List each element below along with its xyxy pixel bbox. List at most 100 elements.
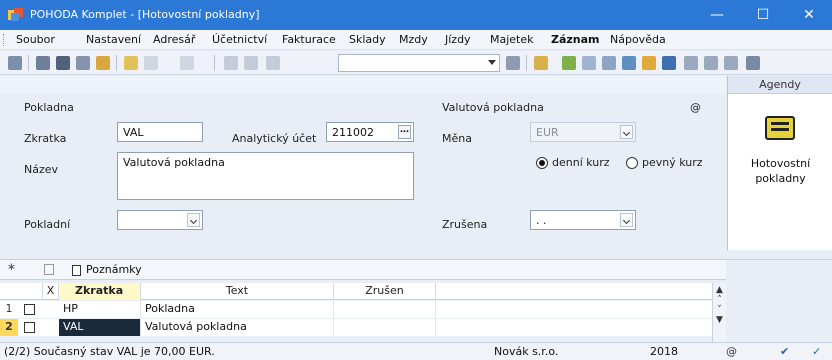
new-record-icon[interactable]: [124, 56, 138, 70]
ucet-input[interactable]: 211002 …: [326, 122, 414, 142]
menu-soubor[interactable]: Soubor: [16, 33, 55, 46]
menu-nastaveni[interactable]: Nastavení: [86, 33, 141, 46]
denni-kurz-radio[interactable]: [536, 157, 548, 169]
link-icon[interactable]: [562, 56, 576, 70]
zrusena-label: Zrušena: [442, 218, 488, 231]
cash-register-icon[interactable]: [765, 116, 795, 140]
status-message: (2/2) Současný stav VAL je 70,00 EUR.: [4, 345, 215, 358]
table-icon[interactable]: [582, 56, 596, 70]
nazev-value: Valutová pokladna: [123, 156, 225, 169]
back-disabled-icon[interactable]: [180, 56, 194, 70]
zkratka-value: VAL: [123, 126, 144, 139]
iban-icon[interactable]: [662, 56, 676, 70]
pevny-kurz-radio[interactable]: [626, 157, 638, 169]
status-ok-icon[interactable]: ✓: [812, 345, 821, 358]
grid-scrollbar[interactable]: ▲ ˄ ˅ ▼: [712, 283, 726, 342]
scroll-bottom-icon[interactable]: ▼: [713, 315, 726, 325]
menu-napoveda[interactable]: Nápověda: [610, 33, 666, 46]
form-header: [0, 76, 726, 94]
menu-adresar[interactable]: Adresář: [153, 33, 195, 46]
document-icon[interactable]: [8, 56, 22, 70]
toolbar-separator: [116, 55, 117, 71]
zrusena-select[interactable]: . .: [530, 210, 636, 230]
zkratka-input[interactable]: VAL: [117, 122, 203, 142]
splitter[interactable]: [0, 250, 832, 260]
agendy-header: Agendy: [727, 76, 832, 94]
ellipsis-icon[interactable]: …: [398, 125, 411, 139]
edit-disabled-icon[interactable]: [144, 56, 158, 70]
status-year: 2018: [650, 345, 678, 358]
nazev-input[interactable]: Valutová pokladna: [117, 152, 414, 200]
lock-icon[interactable]: [36, 56, 50, 70]
save-disabled-icon[interactable]: [224, 56, 238, 70]
toolbar: [0, 51, 832, 75]
maximize-icon[interactable]: ☐: [740, 0, 786, 30]
table-row[interactable]: 1 HP Pokladna: [0, 301, 712, 318]
window-tile-icon[interactable]: [724, 56, 738, 70]
scroll-up-icon[interactable]: ˄: [713, 295, 726, 305]
row-number: 1: [5, 302, 13, 315]
documents-icon[interactable]: [534, 56, 548, 70]
toolbar-separator: [214, 55, 215, 71]
agendy-panel: Hotovostní pokladny: [727, 94, 832, 250]
col-zrusen[interactable]: Zrušen: [334, 283, 436, 300]
scroll-top-icon[interactable]: ▲: [713, 285, 726, 295]
new-row-star-icon[interactable]: *: [8, 262, 15, 278]
help-icon[interactable]: [746, 56, 760, 70]
agendy-item-label[interactable]: Hotovostní pokladny: [728, 156, 832, 186]
print-preview-icon[interactable]: [76, 56, 90, 70]
menu-fakturace[interactable]: Fakturace: [282, 33, 336, 46]
chevron-down-icon[interactable]: [187, 213, 200, 227]
window-list-icon[interactable]: [704, 56, 718, 70]
ucet-value: 211002: [332, 126, 374, 139]
cell-zkratka: VAL: [59, 319, 141, 336]
mena-select[interactable]: EUR: [530, 122, 636, 142]
menu-ucetnictvi[interactable]: Účetnictví: [212, 33, 267, 46]
status-check-icon[interactable]: ✔: [780, 345, 789, 358]
contacts-icon[interactable]: [642, 56, 656, 70]
tab-poznamky[interactable]: Poznámky: [86, 263, 142, 276]
menu-sklady[interactable]: Sklady: [349, 33, 386, 46]
quick-search-combo[interactable]: [338, 54, 500, 72]
cell-zrusen: [334, 301, 436, 318]
grid-toolbar: * Poznámky: [0, 260, 726, 280]
close-icon[interactable]: ✕: [786, 0, 832, 30]
save-all-disabled-icon[interactable]: [244, 56, 258, 70]
window-icon[interactable]: [684, 56, 698, 70]
row-number: 2: [0, 319, 18, 336]
filter-funnel-icon[interactable]: [44, 264, 54, 275]
table-header: X Zkratka Text Zrušen: [0, 283, 712, 300]
cell-text: Pokladna: [141, 301, 334, 318]
pokladni-select[interactable]: [117, 210, 203, 230]
report-icon[interactable]: [96, 56, 110, 70]
row-checkbox[interactable]: [24, 322, 35, 333]
status-at-icon[interactable]: @: [726, 345, 737, 358]
denni-kurz-label: denní kurz: [552, 156, 610, 169]
print-icon[interactable]: [56, 56, 70, 70]
zkratka-label: Zkratka: [24, 132, 67, 145]
pohoda-app-icon: [8, 8, 23, 21]
chevron-down-icon[interactable]: [620, 125, 633, 139]
menu-zaznam[interactable]: Záznam: [551, 33, 600, 46]
menu-majetek[interactable]: Majetek: [490, 33, 534, 46]
copy-disabled-icon[interactable]: [266, 56, 280, 70]
calculator-icon[interactable]: [602, 56, 616, 70]
grid-side-area: [726, 260, 832, 342]
col-x[interactable]: X: [43, 283, 59, 300]
minimize-icon[interactable]: —: [694, 0, 740, 30]
scroll-down-icon[interactable]: ˅: [713, 305, 726, 315]
menu-jizdy[interactable]: Jízdy: [445, 33, 471, 46]
toolbar-separator: [526, 55, 527, 71]
table-row[interactable]: 2 VAL Valutová pokladna: [0, 319, 712, 336]
row-checkbox[interactable]: [24, 304, 35, 315]
chevron-down-icon[interactable]: [620, 213, 633, 227]
col-zkratka[interactable]: Zkratka: [59, 283, 141, 300]
toolbar-separator: [28, 55, 29, 71]
menu-mzdy[interactable]: Mzdy: [399, 33, 428, 46]
cell-text: Valutová pokladna: [141, 319, 334, 336]
calendar-icon[interactable]: [622, 56, 636, 70]
col-text[interactable]: Text: [141, 283, 334, 300]
filter-icon[interactable]: [506, 56, 520, 70]
nazev-label: Název: [24, 163, 59, 176]
status-company: Novák s.r.o.: [494, 345, 559, 358]
